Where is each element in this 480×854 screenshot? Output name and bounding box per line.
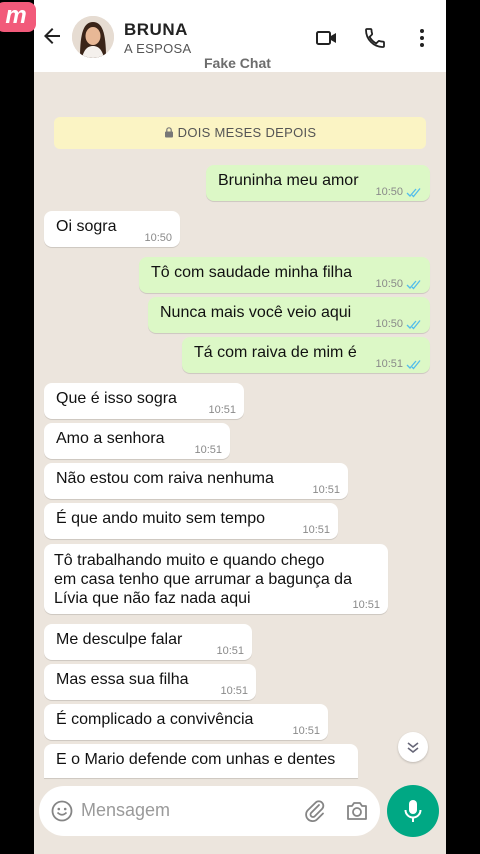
message-bubble[interactable]: Nunca mais você veio aqui 10:50 bbox=[148, 297, 430, 333]
message-time: 10:51 bbox=[375, 358, 403, 370]
read-ticks-icon bbox=[406, 319, 421, 329]
message-time: 10:50 bbox=[375, 278, 403, 290]
message-time: 10:50 bbox=[375, 318, 403, 330]
mic-icon bbox=[404, 800, 422, 822]
message-time: 10:51 bbox=[220, 685, 248, 697]
message-text: Oi sogra bbox=[56, 218, 117, 235]
message-bubble[interactable]: Que é isso sogra 10:51 bbox=[44, 383, 244, 419]
message-text: Que é isso sogra bbox=[56, 390, 177, 407]
message-time: 10:51 bbox=[292, 725, 320, 737]
message-bubble[interactable]: Bruninha meu amor 10:50 bbox=[206, 165, 430, 201]
video-call-icon[interactable] bbox=[315, 26, 339, 50]
message-time: 10:50 bbox=[375, 186, 403, 198]
message-text: É complicado a convivência bbox=[56, 711, 254, 728]
chat-header: BRUNA A ESPOSA Fake Chat bbox=[34, 0, 446, 72]
avatar[interactable] bbox=[72, 16, 114, 58]
message-bubble[interactable]: Amo a senhora 10:51 bbox=[44, 423, 230, 459]
attach-icon[interactable] bbox=[304, 799, 326, 823]
message-text-line: Lívia que não faz nada aqui bbox=[54, 590, 251, 607]
app-logo: m bbox=[0, 2, 36, 32]
read-ticks-icon bbox=[406, 279, 421, 289]
scroll-down-button[interactable] bbox=[398, 732, 428, 762]
message-text: Tô com saudade minha filha bbox=[151, 264, 352, 281]
message-text-line: Tô trabalhando muito e quando chego bbox=[54, 552, 325, 569]
message-text: É que ando muito sem tempo bbox=[56, 510, 266, 527]
message-bubble[interactable]: Tô com saudade minha filha 10:50 bbox=[139, 257, 430, 293]
message-bubble[interactable]: E o Mario defende com unhas e dentes bbox=[44, 744, 358, 778]
camera-icon[interactable] bbox=[345, 800, 369, 822]
message-time: 10:50 bbox=[144, 232, 172, 244]
message-bubble[interactable]: Me desculpe falar 10:51 bbox=[44, 624, 252, 660]
message-time: 10:51 bbox=[352, 599, 380, 611]
message-time: 10:51 bbox=[194, 444, 222, 456]
message-text: Amo a senhora bbox=[56, 430, 165, 447]
emoji-icon[interactable] bbox=[51, 800, 73, 822]
mic-button[interactable] bbox=[387, 785, 439, 837]
banner-text: DOIS MESES DEPOIS bbox=[177, 125, 317, 140]
message-text: Me desculpe falar bbox=[56, 631, 183, 648]
scroll-down-icon bbox=[407, 742, 419, 754]
message-bubble[interactable]: Tá com raiva de mim é 10:51 bbox=[182, 337, 430, 373]
contact-name[interactable]: BRUNA bbox=[124, 20, 188, 40]
message-input[interactable]: Mensagem bbox=[81, 800, 170, 821]
back-arrow-icon[interactable] bbox=[40, 24, 64, 48]
read-ticks-icon bbox=[406, 187, 421, 197]
message-text: Bruninha meu amor bbox=[218, 172, 359, 189]
message-bubble[interactable]: Oi sogra 10:50 bbox=[44, 211, 180, 247]
message-text: Nunca mais você veio aqui bbox=[160, 304, 352, 321]
watermark: Fake Chat bbox=[204, 55, 271, 71]
message-time: 10:51 bbox=[312, 484, 340, 496]
message-time: 10:51 bbox=[216, 645, 244, 657]
message-time: 10:51 bbox=[302, 524, 330, 536]
message-input-bar: Mensagem bbox=[39, 786, 380, 836]
message-text-line: em casa tenho que arrumar a bagunça da bbox=[54, 571, 352, 588]
chat-screen: BRUNA A ESPOSA Fake Chat DOIS MESES DEPO… bbox=[34, 0, 446, 854]
message-bubble[interactable]: Não estou com raiva nenhuma 10:51 bbox=[44, 463, 348, 499]
contact-status: A ESPOSA bbox=[124, 41, 192, 56]
lock-icon bbox=[164, 127, 173, 138]
read-ticks-icon bbox=[406, 359, 421, 369]
message-text: E o Mario defende com unhas e dentes bbox=[56, 751, 336, 768]
message-text: Mas essa sua filha bbox=[56, 671, 189, 688]
message-text: Tá com raiva de mim é bbox=[194, 344, 357, 361]
message-time: 10:51 bbox=[208, 404, 236, 416]
message-bubble[interactable]: É que ando muito sem tempo 10:51 bbox=[44, 503, 338, 539]
message-bubble[interactable]: Tô trabalhando muito e quando chego em c… bbox=[44, 544, 388, 614]
message-text: Não estou com raiva nenhuma bbox=[56, 470, 274, 487]
message-bubble[interactable]: Mas essa sua filha 10:51 bbox=[44, 664, 256, 700]
phone-icon[interactable] bbox=[363, 26, 387, 50]
date-banner: DOIS MESES DEPOIS bbox=[54, 117, 426, 149]
message-bubble[interactable]: É complicado a convivência 10:51 bbox=[44, 704, 328, 740]
more-vert-icon[interactable] bbox=[410, 26, 434, 50]
